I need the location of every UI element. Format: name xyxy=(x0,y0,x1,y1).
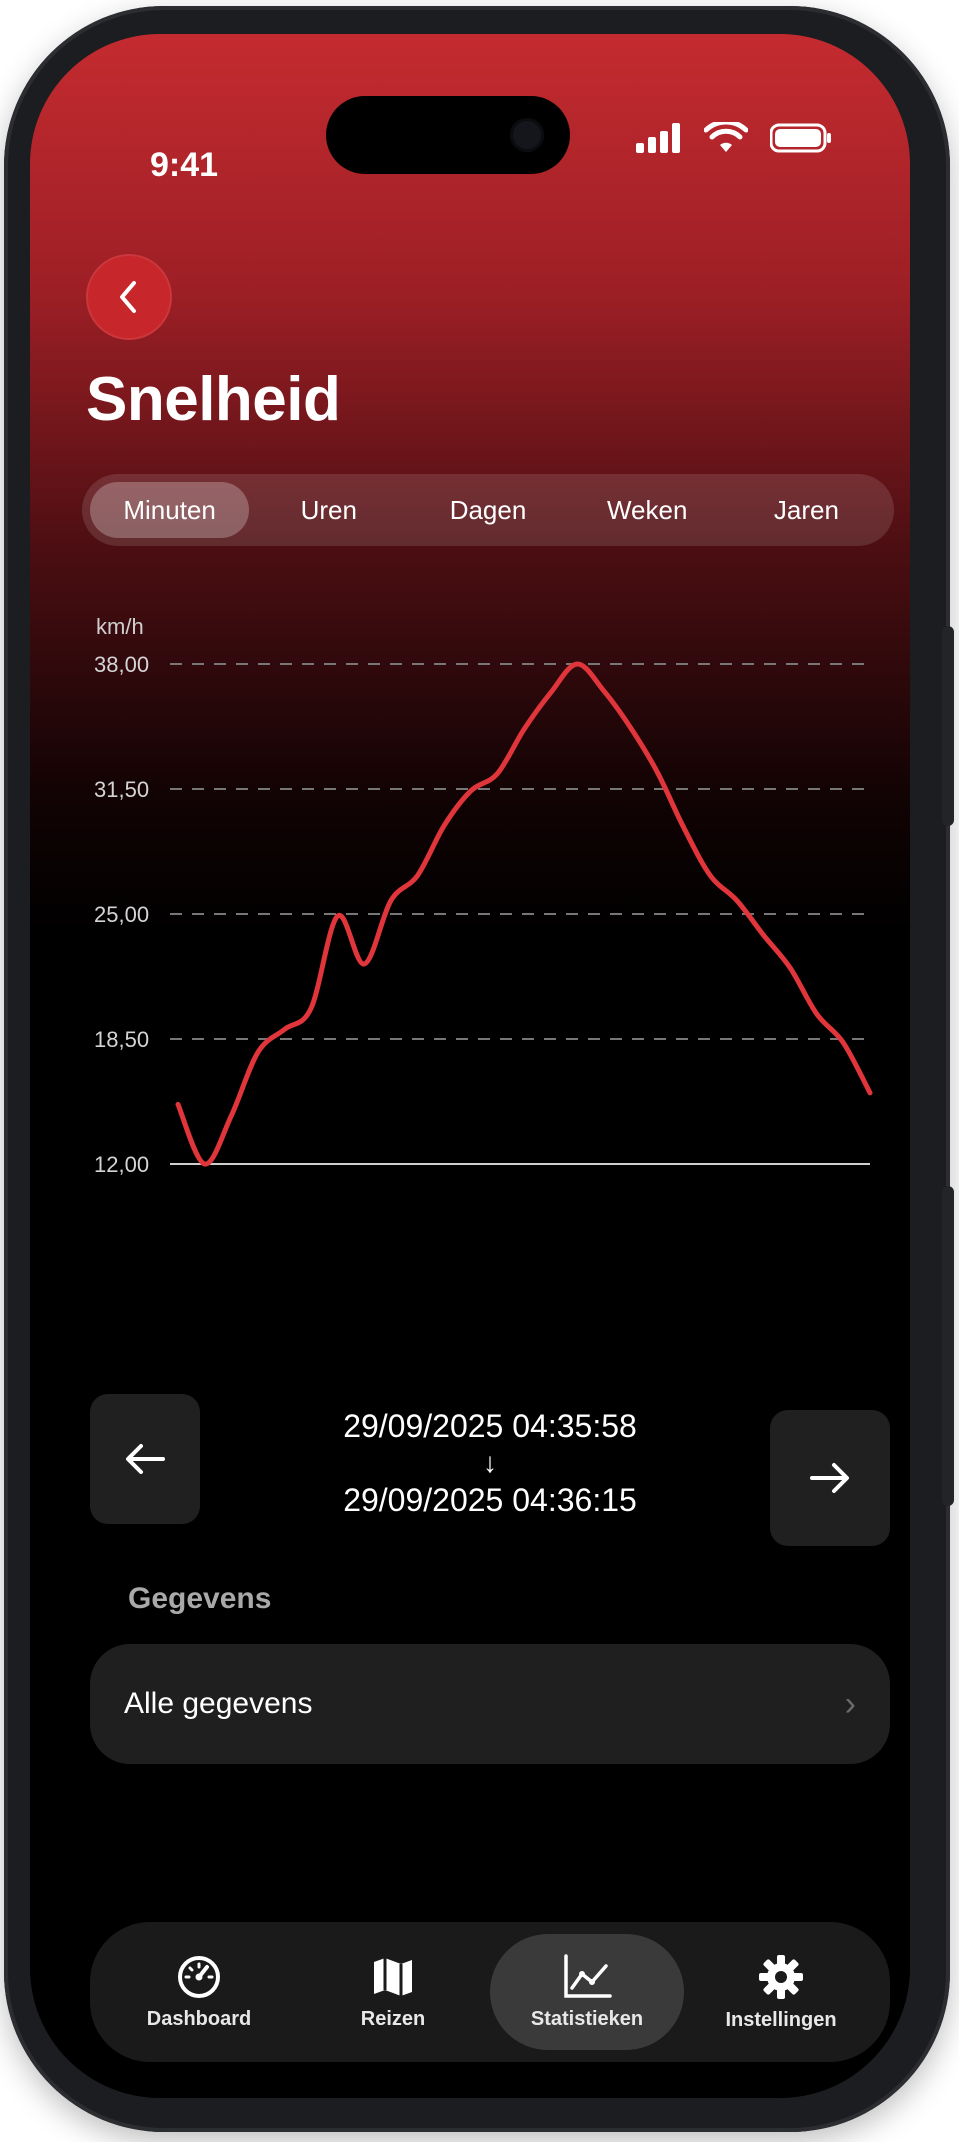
y-tick-label: 38,00 xyxy=(94,652,149,677)
tab-label: Statistieken xyxy=(530,2007,644,2030)
app-screen: 9:41 Snelheid Minuten Uren Dagen Weken J… xyxy=(30,34,910,2098)
phone-frame: 9:41 Snelheid Minuten Uren Dagen Weken J… xyxy=(4,6,954,2132)
segment-minuten[interactable]: Minuten xyxy=(90,482,250,538)
wifi-icon xyxy=(704,122,748,152)
tab-label: Dashboard xyxy=(146,2007,252,2030)
back-button[interactable] xyxy=(86,254,172,340)
segment-weken[interactable]: Weken xyxy=(568,482,727,538)
cellular-signal-icon xyxy=(636,123,680,153)
chevron-right-icon: › xyxy=(844,1684,856,1723)
segment-uren[interactable]: Uren xyxy=(249,482,408,538)
arrow-right-icon xyxy=(810,1463,849,1493)
bottom-tab-bar: Dashboard Reizen Statistieken Instelling… xyxy=(90,1922,890,2062)
range-arrow: ↓ xyxy=(483,1447,497,1478)
tab-statistieken[interactable]: Statistieken xyxy=(490,1934,684,2050)
map-icon xyxy=(374,1957,412,1996)
tab-label: Reizen xyxy=(360,2007,426,2030)
speed-line-chart: 38,00 31,50 25,00 18,50 12,00 xyxy=(94,652,873,1177)
segment-dagen[interactable]: Dagen xyxy=(408,482,567,538)
chart-icon xyxy=(564,1953,612,1998)
status-icons xyxy=(636,122,832,154)
list-item-alle-gegevens[interactable]: Alle gegevens › xyxy=(90,1644,890,1764)
y-tick-label: 12,00 xyxy=(94,1152,149,1177)
range-start: 29/09/2025 04:35:58 xyxy=(343,1408,637,1444)
tab-label: Instellingen xyxy=(725,2008,837,2031)
segment-jaren[interactable]: Jaren xyxy=(727,482,886,538)
stage: 9:41 Snelheid Minuten Uren Dagen Weken J… xyxy=(0,0,959,2142)
front-camera xyxy=(510,118,544,152)
chevron-left-icon xyxy=(120,281,136,313)
phone-side-button xyxy=(942,626,954,826)
phone-side-button xyxy=(942,1186,954,1506)
range-navigation: 29/09/2025 04:35:58 ↓ 29/09/2025 04:36:1… xyxy=(90,1394,890,1546)
section-label-gegevens: Gegevens xyxy=(128,1582,272,1615)
battery-icon xyxy=(770,123,831,153)
gear-icon xyxy=(759,1954,803,1999)
range-end: 29/09/2025 04:36:15 xyxy=(343,1482,637,1518)
list-item-label: Alle gegevens xyxy=(124,1687,313,1720)
y-tick-label: 25,00 xyxy=(94,902,149,927)
status-time: 9:41 xyxy=(150,146,219,184)
date-range: 29/09/2025 04:35:58 ↓ 29/09/2025 04:36:1… xyxy=(250,1404,730,1522)
tab-instellingen[interactable]: Instellingen xyxy=(684,1934,878,2050)
tab-dashboard[interactable]: Dashboard xyxy=(102,1934,296,2050)
speedometer-icon xyxy=(178,1955,220,1998)
arrow-left-icon xyxy=(126,1444,165,1474)
next-range-button[interactable] xyxy=(770,1410,890,1546)
tab-reizen[interactable]: Reizen xyxy=(296,1934,490,2050)
y-tick-label: 31,50 xyxy=(94,777,149,802)
y-tick-label: 18,50 xyxy=(94,1027,149,1052)
previous-range-button[interactable] xyxy=(90,1394,200,1524)
chart-y-ticks: 38,00 31,50 25,00 18,50 12,00 xyxy=(94,652,149,1177)
page-title: Snelheid xyxy=(86,365,341,434)
period-segmented-control: Minuten Uren Dagen Weken Jaren xyxy=(82,474,894,546)
